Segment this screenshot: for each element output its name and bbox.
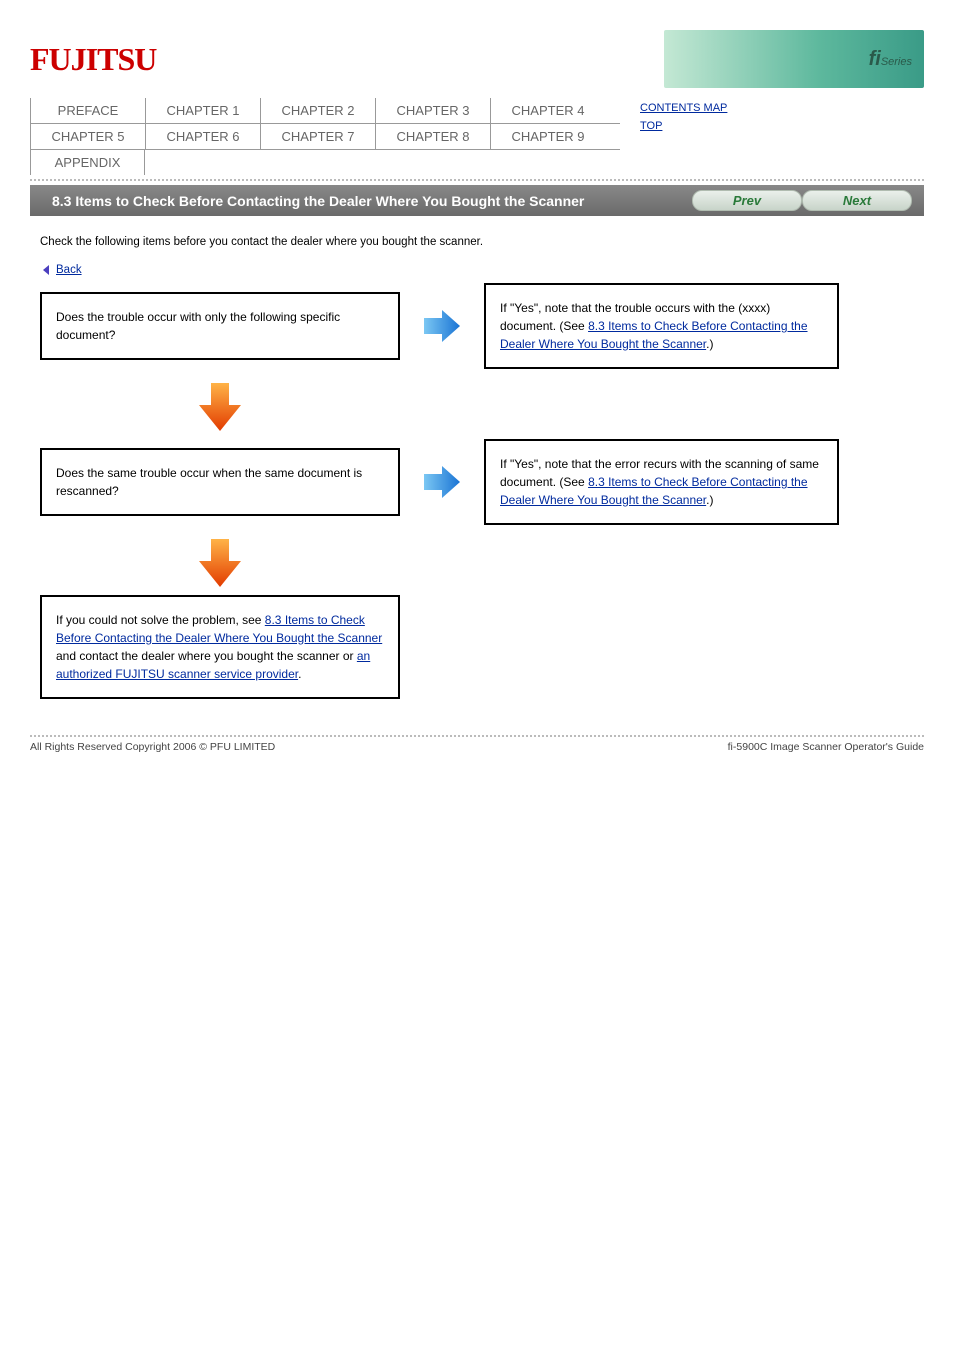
flow-q2: Does the same trouble occur when the sam… bbox=[56, 466, 362, 498]
contents-map-link[interactable]: CONTENTS MAP bbox=[640, 102, 924, 114]
flow-box-2-right: If "Yes", note that the error recurs wit… bbox=[484, 439, 839, 525]
flow-box-1-left: Does the trouble occur with only the fol… bbox=[40, 292, 400, 360]
prev-button[interactable]: Prev bbox=[692, 190, 802, 211]
next-button[interactable]: Next bbox=[802, 190, 912, 211]
tab-chapter-4[interactable]: CHAPTER 4 bbox=[490, 98, 605, 123]
flow-a1-suf: .) bbox=[706, 337, 713, 351]
flow-q1: Does the trouble occur with only the fol… bbox=[56, 310, 340, 342]
logo-text: FUJITSU bbox=[30, 41, 156, 77]
arrow-down-icon-2 bbox=[40, 531, 400, 595]
intro-text: Check the following items before you con… bbox=[40, 234, 914, 251]
banner-big: fi bbox=[869, 48, 881, 70]
section-title: 8.3 Items to Check Before Contacting the… bbox=[52, 193, 584, 209]
arrow-down-icon bbox=[40, 375, 400, 439]
back-link[interactable]: Back bbox=[40, 263, 82, 277]
flow-box-1-right: If "Yes", note that the trouble occurs w… bbox=[484, 283, 839, 369]
tab-chapter-1[interactable]: CHAPTER 1 bbox=[145, 98, 260, 123]
footer-doc-title: fi-5900C Image Scanner Operator's Guide bbox=[728, 741, 924, 753]
banner-text: fiSeries bbox=[869, 48, 912, 71]
tab-chapter-3[interactable]: CHAPTER 3 bbox=[375, 98, 490, 123]
tab-chapter-6[interactable]: CHAPTER 6 bbox=[145, 124, 260, 149]
flow-a2-suf: .) bbox=[706, 493, 713, 507]
back-arrow-icon bbox=[40, 263, 54, 277]
tab-chapter-9[interactable]: CHAPTER 9 bbox=[490, 124, 605, 149]
flow3-post: . bbox=[298, 667, 301, 681]
footer-copyright: All Rights Reserved Copyright 2006 © PFU… bbox=[30, 741, 275, 753]
tab-chapter-5[interactable]: CHAPTER 5 bbox=[30, 124, 145, 149]
fujitsu-logo: FUJITSU bbox=[30, 41, 156, 78]
fi-series-banner: fiSeries bbox=[664, 30, 924, 88]
back-link-text[interactable]: Back bbox=[56, 264, 82, 276]
tab-preface[interactable]: PREFACE bbox=[30, 98, 145, 123]
tab-chapter-8[interactable]: CHAPTER 8 bbox=[375, 124, 490, 149]
flow3-mid: and contact the dealer where you bought … bbox=[56, 649, 357, 663]
chapter-nav: PREFACE CHAPTER 1 CHAPTER 2 CHAPTER 3 CH… bbox=[30, 98, 620, 175]
flow3-pre: If you could not solve the problem, see bbox=[56, 613, 265, 627]
flow-box-2-left: Does the same trouble occur when the sam… bbox=[40, 448, 400, 516]
flow-box-3: If you could not solve the problem, see … bbox=[40, 595, 400, 699]
banner-small: Series bbox=[881, 56, 912, 68]
tab-chapter-2[interactable]: CHAPTER 2 bbox=[260, 98, 375, 123]
top-link[interactable]: TOP bbox=[640, 120, 662, 132]
tab-appendix[interactable]: APPENDIX bbox=[30, 150, 145, 175]
arrow-right-icon-2 bbox=[420, 460, 464, 504]
arrow-right-icon bbox=[420, 304, 464, 348]
tab-chapter-7[interactable]: CHAPTER 7 bbox=[260, 124, 375, 149]
